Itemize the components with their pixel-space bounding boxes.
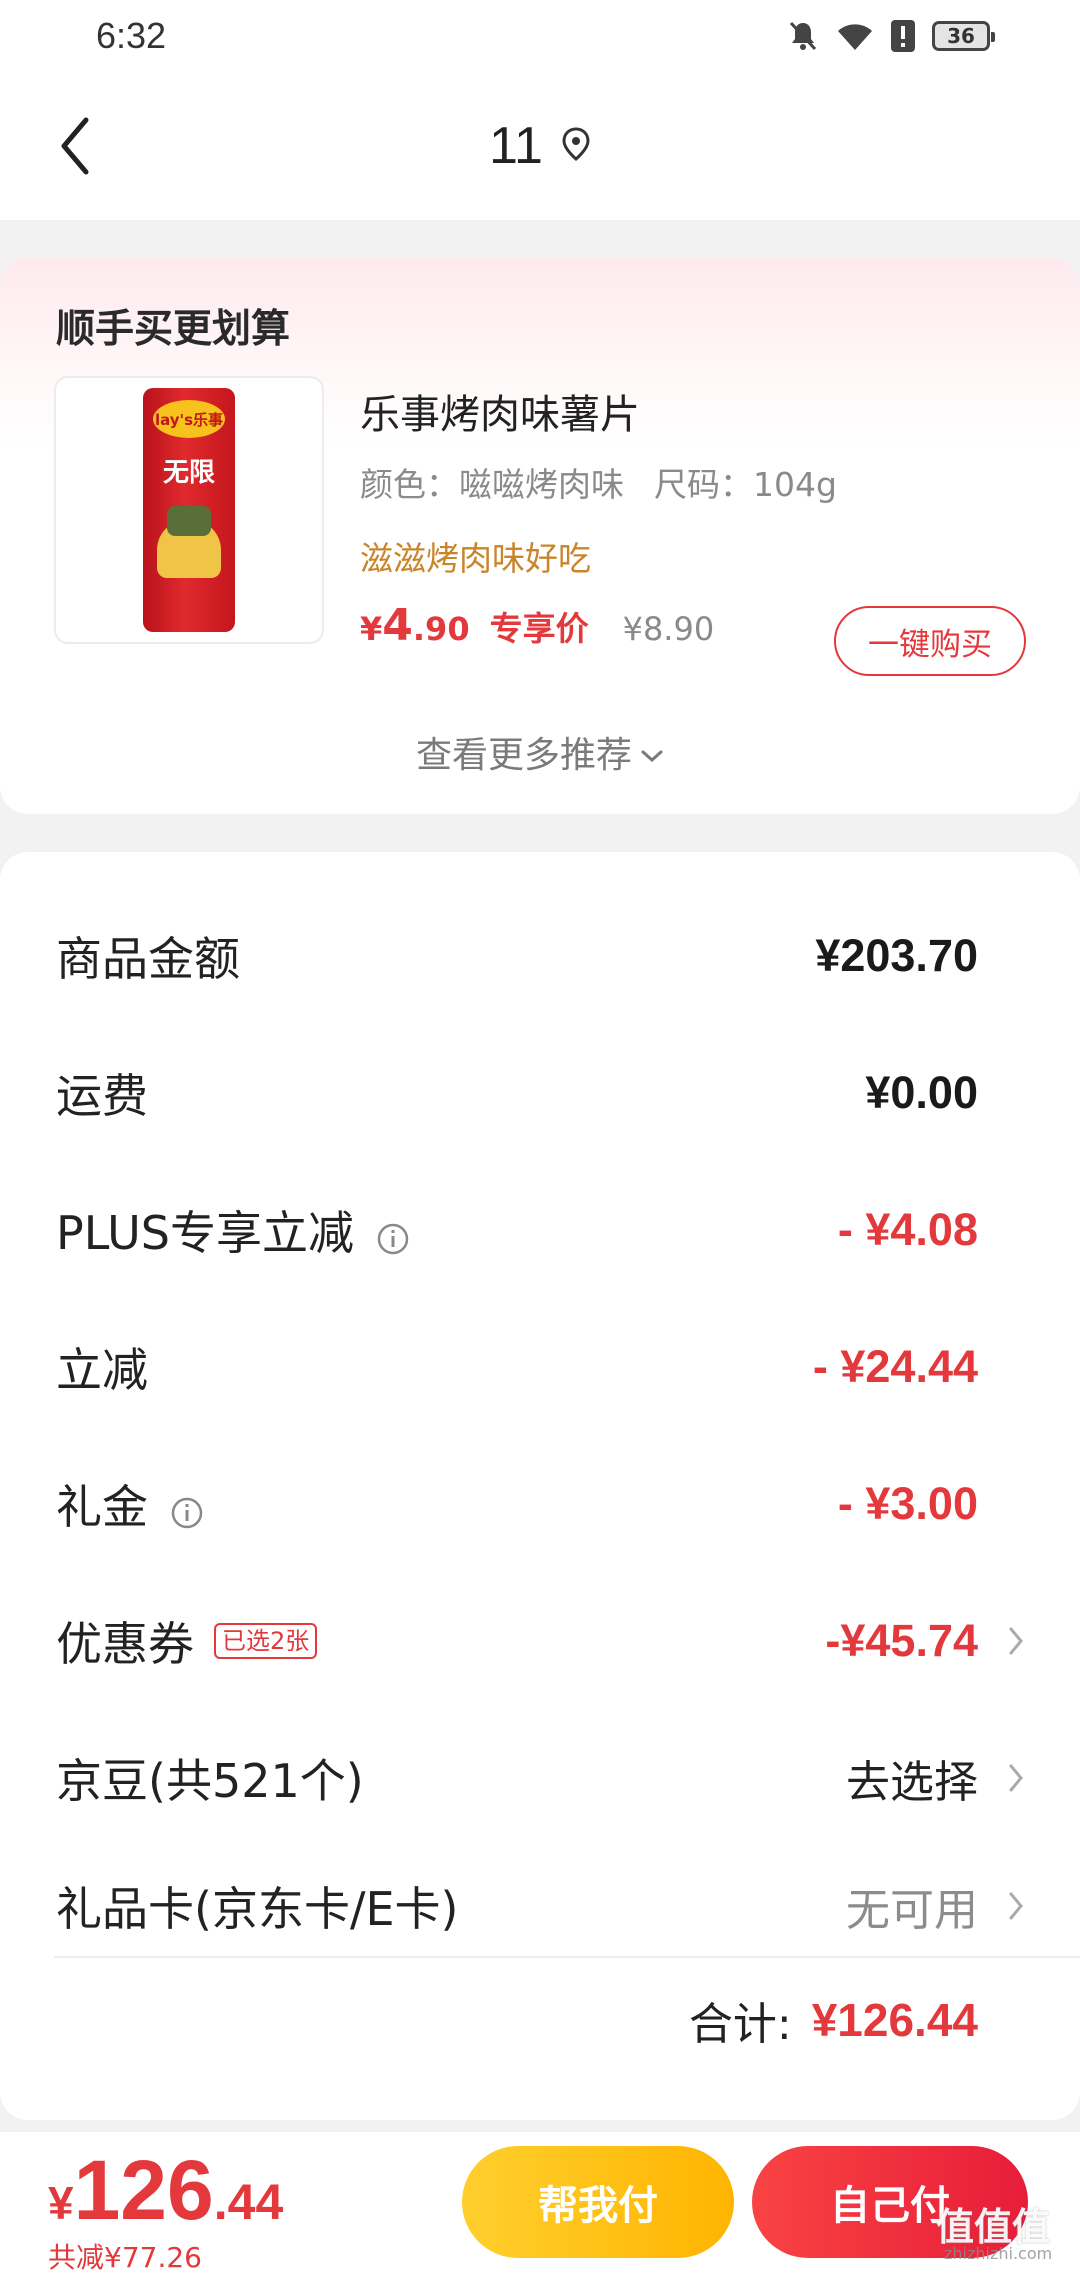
row-gift-money: 礼金 - ¥3.00 — [0, 1444, 1080, 1564]
total-label: 合计: — [688, 1999, 792, 2050]
recommendation-title: 顺手买更划算 — [56, 307, 291, 352]
product-price: ¥ 4 .90 专享价 ¥8.90 — [360, 600, 714, 651]
row-label: 立减 — [56, 1343, 148, 1397]
one-click-buy-button[interactable]: 一键购买 — [834, 606, 1026, 676]
product-slogan: 滋滋烤肉味好吃 — [360, 539, 591, 578]
product-image-name: 无限 — [162, 458, 215, 488]
info-icon[interactable] — [376, 1213, 410, 1255]
spec-color: 颜色：嗞嗞烤肉味 — [360, 465, 624, 504]
original-price: ¥8.90 — [622, 610, 715, 648]
footer-price-decimal: .44 — [213, 2174, 284, 2230]
chevron-right-icon — [1008, 1846, 1024, 1966]
row-label: 礼金 — [56, 1444, 204, 1564]
row-gift-card[interactable]: 礼品卡(京东卡/E卡) 无可用 — [0, 1846, 1080, 1966]
row-value: ¥203.70 — [815, 930, 978, 981]
product-thumbnail[interactable]: lay's乐事 无限 — [54, 376, 324, 644]
total-value: ¥126.44 — [811, 1994, 978, 2046]
product-spec: 颜色：嗞嗞烤肉味 尺码：104g — [360, 458, 837, 506]
row-plus-discount: PLUS专享立减 - ¥4.08 — [0, 1170, 1080, 1290]
coupon-selected-badge: 已选2张 — [214, 1622, 318, 1660]
battery-icon: 36 — [932, 21, 995, 51]
bell-muted-icon — [786, 19, 820, 53]
price-integer: 4 — [382, 600, 413, 651]
address-selector[interactable]: 11 — [0, 116, 1080, 176]
footer-price-integer: 126 — [73, 2143, 214, 2237]
footer-saving: 共减¥77.26 — [48, 2241, 202, 2274]
status-time: 6:32 — [96, 15, 167, 56]
more-recommendations-link[interactable]: 查看更多推荐 — [0, 726, 1080, 778]
chevron-right-icon — [1008, 1718, 1024, 1838]
status-bar: 6:32 36 — [0, 0, 1080, 72]
row-goods-amount: 商品金额 ¥203.70 — [0, 896, 1080, 1016]
row-label: PLUS专享立减 — [56, 1170, 410, 1290]
row-label-text: 礼金 — [56, 1480, 148, 1534]
price-symbol: ¥ — [360, 610, 383, 648]
row-label-text: 优惠券 — [56, 1617, 194, 1671]
row-label: 优惠券 已选2张 — [56, 1581, 318, 1701]
chevron-down-icon — [640, 732, 664, 773]
nav-bar: 11 — [0, 72, 1080, 220]
watermark-logo: 值值值 — [936, 2205, 1051, 2249]
product-image-brand: lay's乐事 — [153, 400, 225, 438]
row-value: ¥0.00 — [865, 1067, 978, 1118]
recommendation-card: 顺手买更划算 lay's乐事 无限 乐事烤肉味薯片 颜色：嗞嗞烤肉味 尺码：104… — [0, 258, 1080, 814]
row-label: 礼品卡(京东卡/E卡) — [56, 1882, 459, 1936]
row-label-text: PLUS专享立减 — [56, 1206, 354, 1260]
wifi-icon — [836, 20, 874, 52]
row-value: 无可用 — [846, 1885, 978, 1936]
product-image: lay's乐事 无限 — [143, 388, 235, 632]
price-decimal: .90 — [412, 610, 470, 648]
row-instant-discount: 立减 - ¥24.44 — [0, 1307, 1080, 1427]
status-icons: 36 — [786, 19, 995, 53]
row-coupon[interactable]: 优惠券 已选2张 -¥45.74 — [0, 1581, 1080, 1701]
row-label: 商品金额 — [56, 932, 240, 986]
watermark-site: zhizhizhi.com — [944, 2244, 1053, 2263]
total-row: 合计: ¥126.44 — [689, 1980, 978, 2060]
chevron-right-icon — [1008, 1581, 1024, 1701]
divider — [54, 1956, 1080, 1958]
row-label: 运费 — [56, 1069, 148, 1123]
footer-price: ¥ 126 .44 — [48, 2142, 283, 2239]
row-value: - ¥24.44 — [812, 1341, 978, 1392]
spec-size: 尺码：104g — [654, 465, 837, 504]
row-value: -¥45.74 — [825, 1615, 978, 1666]
alert-icon — [890, 19, 916, 53]
location-pin-icon — [561, 127, 591, 165]
help-pay-button[interactable]: 帮我付 — [462, 2146, 734, 2258]
footer-price-symbol: ¥ — [48, 2177, 74, 2229]
product-name[interactable]: 乐事烤肉味薯片 — [360, 382, 640, 440]
page-title: 11 — [489, 117, 543, 175]
price-breakdown-card: 商品金额 ¥203.70 运费 ¥0.00 PLUS专享立减 - ¥4.08 立… — [0, 852, 1080, 2120]
row-shipping: 运费 ¥0.00 — [0, 1033, 1080, 1153]
row-jingdou[interactable]: 京豆(共521个) 去选择 — [0, 1718, 1080, 1838]
more-recommendations-label: 查看更多推荐 — [415, 735, 632, 776]
battery-level: 36 — [947, 24, 975, 48]
row-value: - ¥4.08 — [837, 1204, 978, 1255]
row-value: - ¥3.00 — [837, 1478, 978, 1529]
exclusive-price-tag: 专享价 — [489, 609, 589, 648]
row-value: 去选择 — [846, 1757, 978, 1808]
row-label: 京豆(共521个) — [56, 1754, 364, 1808]
bottom-pay-bar: ¥ 126 .44 共减¥77.26 帮我付 自己付 — [0, 2132, 1080, 2280]
info-icon[interactable] — [170, 1487, 204, 1529]
meat-graphic — [167, 506, 211, 536]
checkout-page: 6:32 36 11 顺手买更划算 lay's乐事 无限 乐事烤肉味薯片 颜色：… — [0, 0, 1080, 2280]
